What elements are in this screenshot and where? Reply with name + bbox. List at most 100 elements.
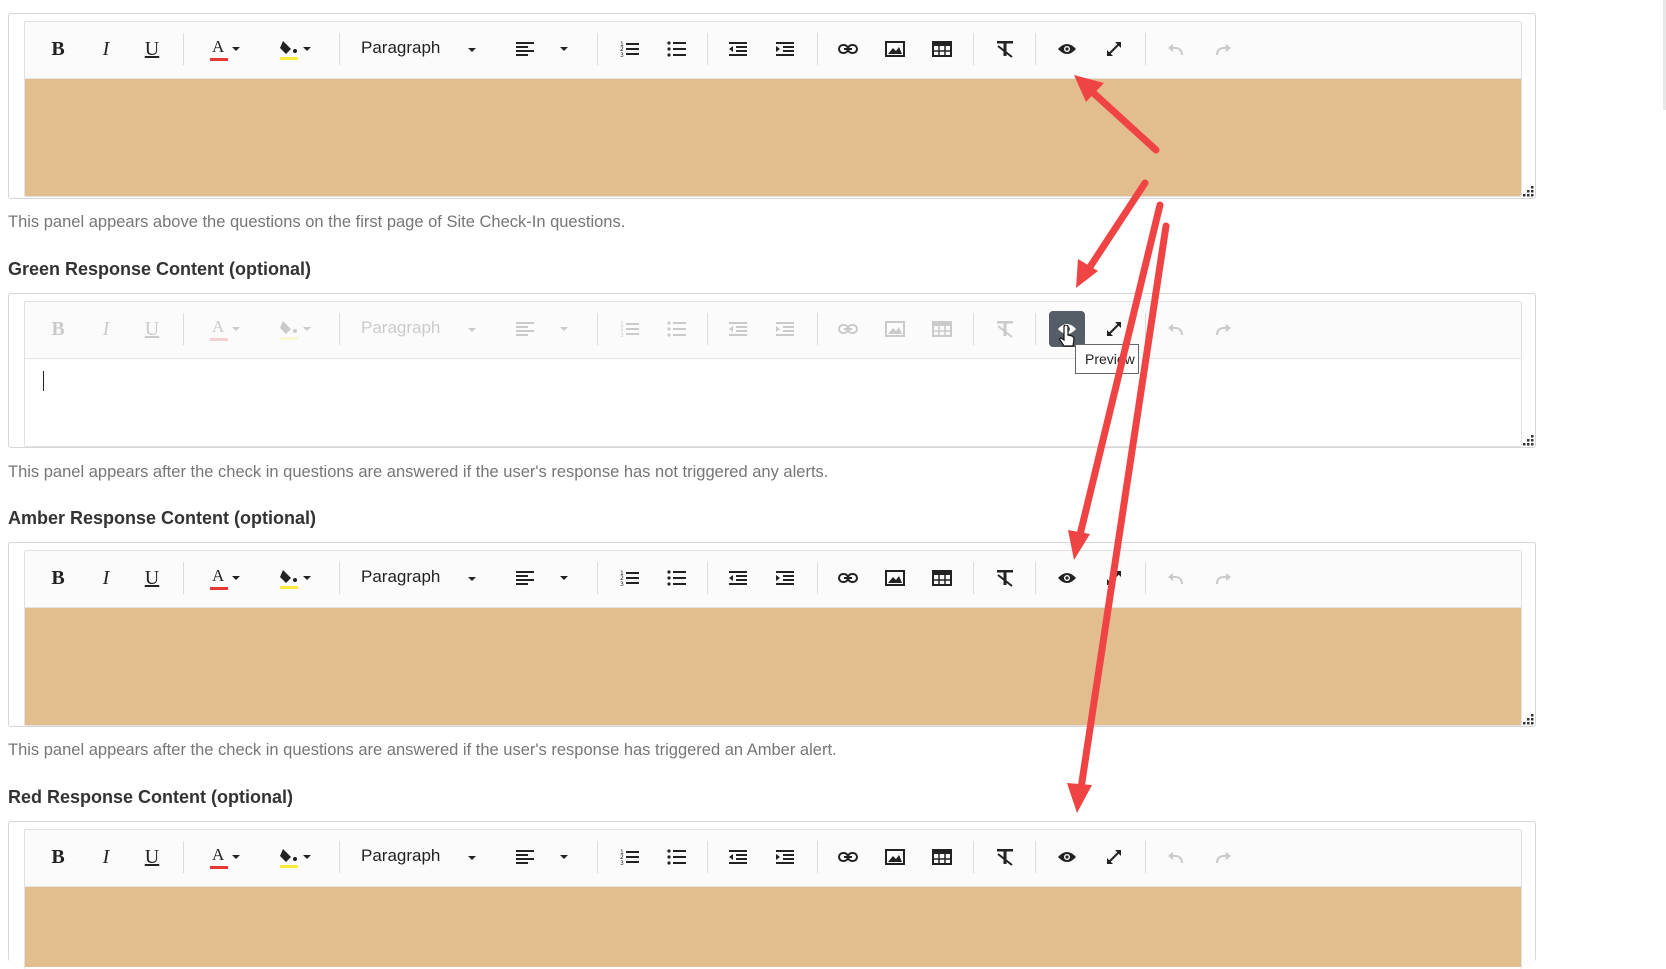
- highlight-color-button[interactable]: [271, 314, 321, 344]
- paint-bucket-icon: [280, 41, 298, 60]
- toolbar-separator: [597, 562, 598, 594]
- align-button[interactable]: [513, 563, 573, 593]
- fullscreen-button[interactable]: [1099, 563, 1129, 593]
- italic-button[interactable]: I: [91, 314, 121, 344]
- paragraph-dropdown[interactable]: Paragraph: [361, 38, 440, 58]
- indent-button[interactable]: [770, 842, 800, 872]
- italic-button[interactable]: I: [91, 563, 121, 593]
- undo-button[interactable]: [1161, 842, 1191, 872]
- clear-format-button[interactable]: [990, 314, 1020, 344]
- paragraph-dropdown[interactable]: Paragraph: [361, 318, 440, 338]
- highlight-color-button[interactable]: [271, 842, 321, 872]
- clear-format-button[interactable]: [990, 842, 1020, 872]
- outdent-button[interactable]: [723, 34, 753, 64]
- toolbar-separator: [1035, 33, 1036, 65]
- undo-icon: [1168, 852, 1183, 864]
- numbered-list-icon: 123: [620, 321, 639, 338]
- eye-icon: [1058, 573, 1076, 583]
- chevron-down-icon: [560, 47, 568, 51]
- undo-button[interactable]: [1161, 314, 1191, 344]
- editor-content[interactable]: [25, 887, 1521, 967]
- toolbar-separator: [183, 562, 184, 594]
- redo-button[interactable]: [1208, 34, 1238, 64]
- align-button[interactable]: [513, 842, 573, 872]
- clear-format-button[interactable]: [990, 563, 1020, 593]
- editor-content[interactable]: [25, 79, 1521, 196]
- resize-handle-icon[interactable]: [1521, 712, 1535, 726]
- toolbar-separator: [817, 841, 818, 873]
- text-color-button[interactable]: A: [201, 842, 251, 872]
- image-button[interactable]: [880, 563, 910, 593]
- undo-button[interactable]: [1161, 563, 1191, 593]
- link-button[interactable]: [833, 842, 863, 872]
- indent-button[interactable]: [770, 314, 800, 344]
- highlight-color-button[interactable]: [271, 563, 321, 593]
- link-icon: [838, 573, 858, 583]
- italic-button[interactable]: I: [91, 842, 121, 872]
- italic-button[interactable]: I: [91, 34, 121, 64]
- preview-button[interactable]: [1052, 563, 1082, 593]
- eye-icon: [1058, 852, 1076, 862]
- numbered-list-button[interactable]: 123: [615, 563, 645, 593]
- underline-button[interactable]: U: [137, 34, 167, 64]
- bullet-list-button[interactable]: [662, 842, 692, 872]
- fullscreen-button[interactable]: [1099, 314, 1129, 344]
- redo-button[interactable]: [1208, 563, 1238, 593]
- preview-button[interactable]: [1052, 842, 1082, 872]
- fullscreen-button[interactable]: [1099, 34, 1129, 64]
- text-color-button[interactable]: A: [201, 314, 251, 344]
- preview-button[interactable]: [1052, 34, 1082, 64]
- align-button[interactable]: [513, 314, 573, 344]
- link-button[interactable]: [833, 563, 863, 593]
- underline-button[interactable]: U: [137, 314, 167, 344]
- undo-icon: [1168, 44, 1183, 56]
- table-button[interactable]: [927, 34, 957, 64]
- text-color-button[interactable]: A: [201, 34, 251, 64]
- outdent-button[interactable]: [723, 314, 753, 344]
- numbered-list-button[interactable]: 123: [615, 34, 645, 64]
- highlight-color-button[interactable]: [271, 34, 321, 64]
- numbered-list-button[interactable]: 123: [615, 842, 645, 872]
- editor-content[interactable]: [25, 608, 1521, 725]
- underline-button[interactable]: U: [137, 563, 167, 593]
- resize-handle-icon[interactable]: [1521, 433, 1535, 447]
- toolbar-separator: [1145, 313, 1146, 345]
- table-button[interactable]: [927, 842, 957, 872]
- underline-button[interactable]: U: [137, 842, 167, 872]
- paragraph-dropdown[interactable]: Paragraph: [361, 567, 440, 587]
- undo-icon: [1168, 573, 1183, 585]
- numbered-list-button[interactable]: 123: [615, 314, 645, 344]
- text-color-button[interactable]: A: [201, 563, 251, 593]
- expand-icon: [1107, 322, 1121, 336]
- arrow-head-4: [1067, 783, 1092, 813]
- redo-button[interactable]: [1208, 314, 1238, 344]
- image-button[interactable]: [880, 34, 910, 64]
- bullet-list-button[interactable]: [662, 34, 692, 64]
- bold-button[interactable]: B: [43, 314, 73, 344]
- bold-button[interactable]: B: [43, 563, 73, 593]
- resize-handle-icon[interactable]: [1521, 184, 1535, 198]
- paragraph-dropdown[interactable]: Paragraph: [361, 846, 440, 866]
- link-button[interactable]: [833, 34, 863, 64]
- bullet-list-button[interactable]: [662, 314, 692, 344]
- clear-format-button[interactable]: [990, 34, 1020, 64]
- outdent-button[interactable]: [723, 563, 753, 593]
- redo-button[interactable]: [1208, 842, 1238, 872]
- table-icon: [932, 321, 952, 337]
- table-button[interactable]: [927, 314, 957, 344]
- bullet-list-button[interactable]: [662, 563, 692, 593]
- bold-button[interactable]: B: [43, 842, 73, 872]
- bold-button[interactable]: B: [43, 34, 73, 64]
- fullscreen-button[interactable]: [1099, 842, 1129, 872]
- align-button[interactable]: [513, 34, 573, 64]
- undo-button[interactable]: [1161, 34, 1191, 64]
- table-button[interactable]: [927, 563, 957, 593]
- outdent-button[interactable]: [723, 842, 753, 872]
- image-button[interactable]: [880, 842, 910, 872]
- indent-button[interactable]: [770, 34, 800, 64]
- image-button[interactable]: [880, 314, 910, 344]
- link-button[interactable]: [833, 314, 863, 344]
- link-icon: [838, 44, 858, 54]
- editor-content[interactable]: [25, 359, 1521, 446]
- indent-button[interactable]: [770, 563, 800, 593]
